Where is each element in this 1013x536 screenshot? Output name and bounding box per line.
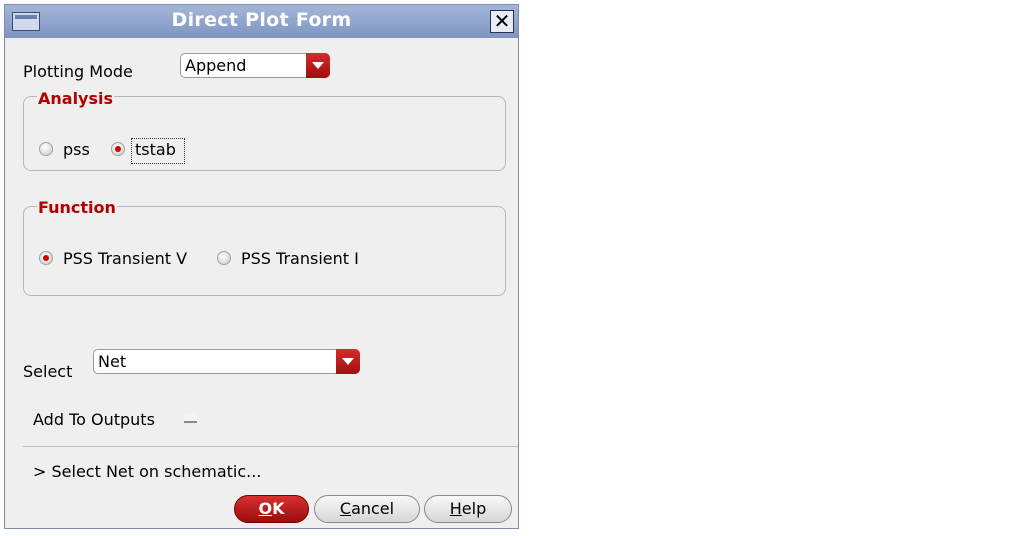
close-button[interactable]: ✕	[490, 10, 514, 33]
chevron-down-icon[interactable]	[336, 349, 360, 374]
function-legend: Function	[37, 198, 117, 217]
cancel-mnemonic: C	[339, 499, 352, 518]
analysis-tstab-label: tstab	[135, 140, 176, 159]
ok-button[interactable]: OK	[234, 495, 309, 523]
plotting-mode-value: Append	[185, 56, 247, 75]
add-to-outputs-checkbox[interactable]	[184, 413, 197, 423]
analysis-legend: Analysis	[37, 89, 115, 108]
help-label-rest: elp	[461, 499, 487, 518]
function-transient-v-radio[interactable]	[39, 251, 53, 265]
chevron-down-icon[interactable]	[306, 53, 330, 78]
plotting-mode-label: Plotting Mode	[23, 62, 133, 81]
cancel-label-rest: ancel	[351, 499, 395, 518]
divider	[23, 446, 518, 447]
plotting-mode-dropdown[interactable]: Append	[180, 53, 330, 78]
analysis-pss-radio[interactable]	[39, 142, 53, 156]
function-transient-v-label: PSS Transient V	[63, 249, 188, 268]
add-to-outputs-label: Add To Outputs	[33, 410, 155, 429]
title-bar[interactable]: Direct Plot Form ✕	[5, 5, 518, 38]
function-transient-i-label: PSS Transient I	[241, 249, 359, 268]
analysis-tstab-radio[interactable]	[111, 142, 125, 156]
window-title: Direct Plot Form	[171, 9, 352, 31]
help-button[interactable]: Help	[424, 495, 512, 523]
function-transient-i-radio[interactable]	[217, 251, 231, 265]
help-mnemonic: H	[449, 499, 462, 518]
select-label: Select	[23, 362, 73, 381]
ok-mnemonic: O	[258, 499, 273, 518]
ok-label-rest: K	[272, 499, 285, 518]
select-dropdown[interactable]: Net	[93, 349, 360, 374]
select-value: Net	[98, 352, 127, 371]
analysis-pss-label: pss	[63, 140, 90, 159]
cancel-button[interactable]: Cancel	[314, 495, 420, 523]
status-text: > Select Net on schematic...	[33, 462, 262, 481]
direct-plot-form-window: Direct Plot Form ✕ Plotting Mode Append …	[4, 4, 519, 529]
